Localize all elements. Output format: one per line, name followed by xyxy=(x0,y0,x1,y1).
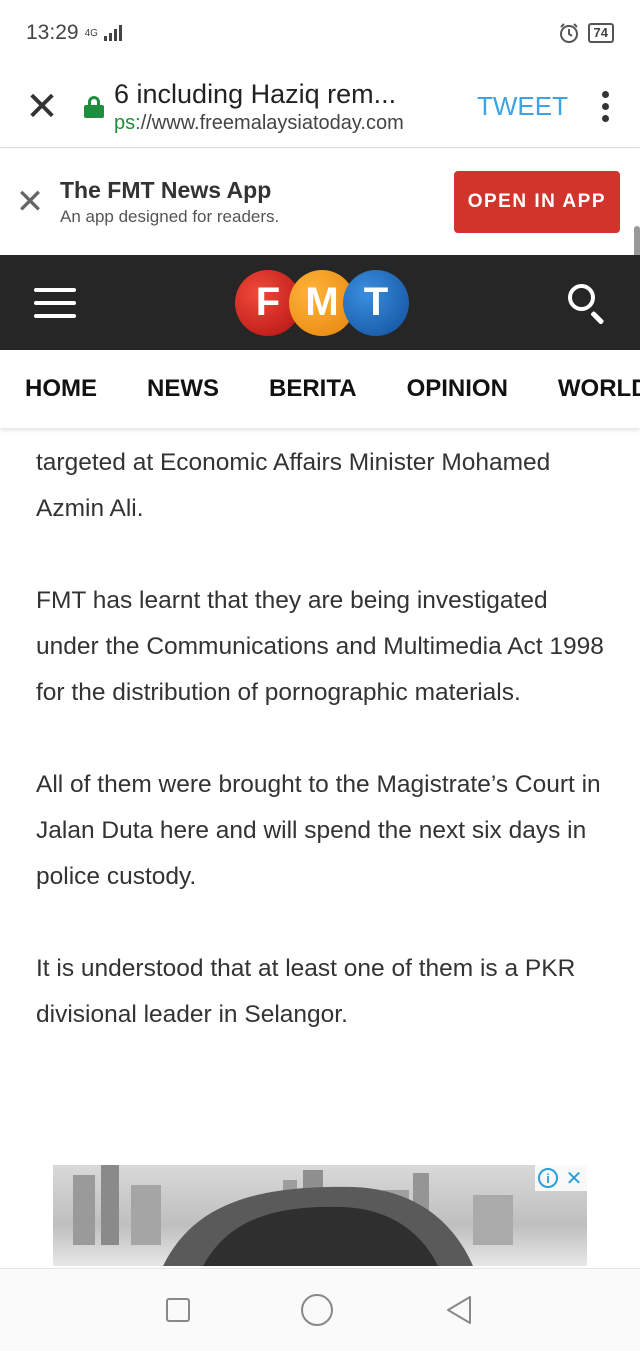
nav-item-berita[interactable]: BERITA xyxy=(269,375,357,403)
page-title: 6 including Haziq rem... xyxy=(114,78,397,109)
nav-item-home[interactable]: HOME xyxy=(25,375,97,403)
fmt-logo[interactable]: F M T xyxy=(235,269,409,336)
lock-icon[interactable] xyxy=(84,95,104,118)
banner-close-icon[interactable]: ✕ xyxy=(0,182,60,222)
recents-icon[interactable] xyxy=(165,1298,190,1322)
banner-subtitle: An app designed for readers. xyxy=(60,207,280,226)
site-header: F M T xyxy=(0,255,640,350)
logo-letter-t: T xyxy=(343,269,409,336)
status-left: 13:29 4G xyxy=(26,21,122,45)
ad-close-icon[interactable]: ✕ xyxy=(561,1165,587,1191)
open-in-app-button[interactable]: OPEN IN APP xyxy=(453,171,620,233)
status-right: 74 xyxy=(558,22,614,44)
ad-image xyxy=(73,1165,513,1266)
ad-info-icon[interactable]: i xyxy=(538,1168,558,1188)
system-nav-bar xyxy=(0,1268,640,1351)
alarm-icon xyxy=(559,23,578,43)
nav-item-opinion[interactable]: OPINION xyxy=(407,375,508,403)
article-paragraph: FMT has learnt that they are being inves… xyxy=(36,587,604,706)
app-banner: ✕ The FMT News App An app designed for r… xyxy=(0,149,640,255)
menu-icon[interactable] xyxy=(34,287,76,318)
tweet-button[interactable]: TWEET xyxy=(477,91,568,122)
banner-text: The FMT News App An app designed for rea… xyxy=(60,177,454,227)
article-paragraph: It is understood that at least one of th… xyxy=(36,955,576,1028)
url-host: //www.freemalaysiatoday.com xyxy=(140,111,404,134)
section-nav: HOME NEWS BERITA OPINION WORLD xyxy=(0,350,640,428)
ad-controls: i ✕ xyxy=(535,1165,587,1191)
url-box[interactable]: 6 including Haziq rem... ps://www.freema… xyxy=(114,79,457,135)
back-icon[interactable] xyxy=(444,1294,474,1326)
banner-title: The FMT News App xyxy=(60,177,272,203)
more-options-icon[interactable] xyxy=(590,91,620,122)
advertisement[interactable]: i ✕ xyxy=(53,1165,587,1266)
article-paragraph: targeted at Economic Affairs Minister Mo… xyxy=(36,449,551,522)
custom-tab-toolbar: ✕ 6 including Haziq rem... ps://www.free… xyxy=(0,66,640,148)
status-bar: 13:29 4G 74 xyxy=(0,0,640,66)
search-icon[interactable] xyxy=(568,283,606,325)
article-body: targeted at Economic Affairs Minister Mo… xyxy=(36,428,606,1128)
home-icon[interactable] xyxy=(300,1294,333,1326)
clock: 13:29 xyxy=(26,21,79,44)
url-scheme: ps: xyxy=(114,111,141,134)
nav-item-world[interactable]: WORLD xyxy=(558,375,640,403)
close-tab-icon[interactable]: ✕ xyxy=(0,87,84,127)
battery-icon: 74 xyxy=(587,23,614,43)
network-type: 4G xyxy=(84,27,98,39)
article-paragraph: All of them were brought to the Magistra… xyxy=(36,771,601,890)
nav-item-news[interactable]: NEWS xyxy=(147,375,219,403)
page-url: ps://www.freemalaysiatoday.com xyxy=(114,112,457,135)
signal-icon xyxy=(103,25,122,41)
